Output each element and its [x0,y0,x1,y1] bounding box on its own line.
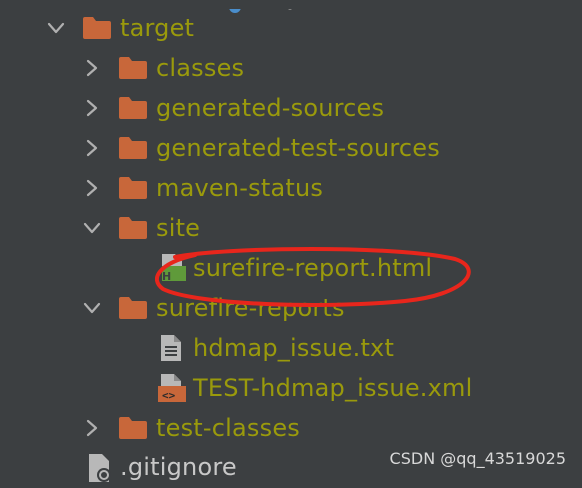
folder-icon [83,17,111,43]
tree-item-target[interactable]: target [0,8,582,48]
svg-text:H: H [162,270,171,283]
folder-icon [119,297,147,323]
tree-item-hdmap-issue-txt[interactable]: hdmap_issue.txt [0,328,582,368]
folder-icon [119,417,147,443]
chevron-right-icon[interactable] [82,98,102,118]
tree-item-label: target [120,14,195,42]
tree-item-label: classes [156,54,245,82]
project-tree: target classes generated-sources generat… [0,0,582,482]
folder-icon [119,57,147,83]
folder-icon [119,217,147,243]
chevron-down-icon[interactable] [46,18,66,38]
xml-file-icon: <> [157,373,187,407]
watermark: CSDN @qq_43519025 [389,449,566,468]
gitignore-file-icon [88,453,114,487]
tree-item-label: TEST-hdmap_issue.xml [193,374,473,402]
tree-item-label: .gitignore [120,453,237,481]
html-file-icon: H [158,253,188,287]
tree-item-label: maven-status [156,174,324,202]
folder-icon [119,137,147,163]
text-file-icon [160,334,182,366]
tree-item-label: surefire-report.html [193,254,433,282]
tree-item-generated-sources[interactable]: generated-sources [0,88,582,128]
chevron-down-icon[interactable] [82,298,102,318]
tree-item-label: generated-sources [156,94,385,122]
tree-item-label: hdmap_issue.txt [193,334,395,362]
tree-item-label: site [156,214,201,242]
folder-icon [119,97,147,123]
tree-item-test-hdmap-issue-xml[interactable]: <> TEST-hdmap_issue.xml [0,368,582,408]
chevron-right-icon[interactable] [82,138,102,158]
tree-item-surefire-report-html[interactable]: H surefire-report.html [0,248,582,288]
chevron-right-icon[interactable] [82,418,102,438]
tree-item-site[interactable]: site [0,208,582,248]
tree-item-test-classes[interactable]: test-classes [0,408,582,448]
chevron-down-icon[interactable] [82,218,102,238]
chevron-right-icon[interactable] [82,178,102,198]
folder-icon [119,177,147,203]
previous-row-stub [0,0,582,13]
tree-item-maven-status[interactable]: maven-status [0,168,582,208]
svg-text:<>: <> [162,389,176,402]
tree-item-label: surefire-reports [156,294,345,322]
tree-item-classes[interactable]: classes [0,48,582,88]
chevron-right-icon[interactable] [82,58,102,78]
tree-item-surefire-reports[interactable]: surefire-reports [0,288,582,328]
tree-item-label: test-classes [156,414,300,442]
tree-item-generated-test-sources[interactable]: generated-test-sources [0,128,582,168]
tree-item-label: generated-test-sources [156,134,440,162]
